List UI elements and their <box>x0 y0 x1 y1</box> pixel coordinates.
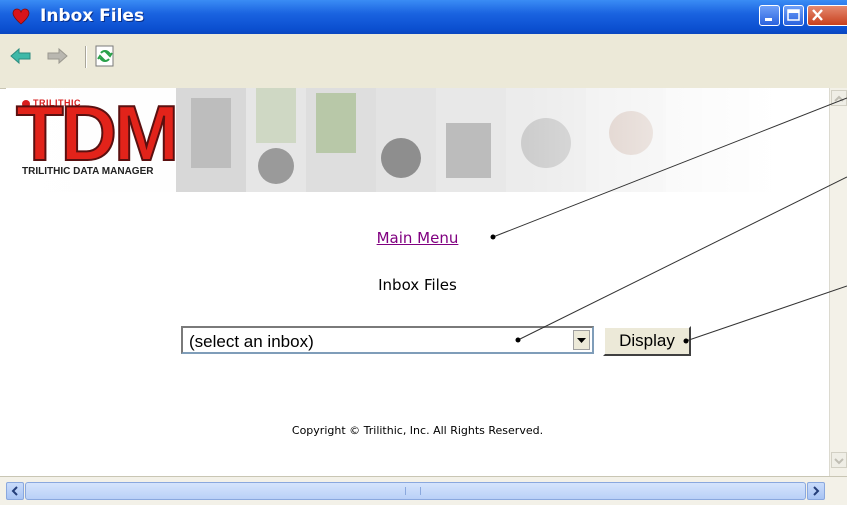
chevron-right-icon <box>808 483 824 499</box>
minimize-button[interactable] <box>759 5 780 26</box>
inbox-select-value: (select an inbox) <box>189 332 314 352</box>
close-button[interactable] <box>807 5 847 26</box>
window-titlebar[interactable]: Inbox Files <box>0 0 847 34</box>
page-content: TRILITHIC TDM TRILITHIC DATA MANAGER Mai… <box>6 88 829 476</box>
tdm-logo: TDM <box>16 94 176 172</box>
scroll-right-button[interactable] <box>807 482 825 500</box>
heart-icon <box>12 8 30 26</box>
toolbar-separator <box>85 46 87 68</box>
maximize-button[interactable] <box>783 5 804 26</box>
chevron-down-icon <box>574 331 589 349</box>
back-arrow-icon[interactable] <box>8 45 34 67</box>
page-heading: Inbox Files <box>6 276 829 294</box>
copyright-text: Copyright © Trilithic, Inc. All Rights R… <box>6 424 829 437</box>
forward-arrow-icon[interactable] <box>44 45 70 67</box>
vertical-scrollbar[interactable] <box>829 88 847 476</box>
refresh-icon[interactable] <box>94 45 116 67</box>
chevron-up-icon <box>832 92 846 106</box>
banner-fade <box>526 88 829 192</box>
inbox-select[interactable]: (select an inbox) <box>181 326 594 354</box>
dropdown-button[interactable] <box>573 330 590 350</box>
maximize-icon <box>784 6 803 25</box>
scroll-grip-icon <box>405 487 421 495</box>
scroll-down-button[interactable] <box>831 452 847 468</box>
minimize-icon <box>760 6 779 25</box>
chevron-left-icon <box>7 483 23 499</box>
logo-subtitle: TRILITHIC DATA MANAGER <box>20 166 155 177</box>
close-icon <box>808 6 846 25</box>
header-banner: TRILITHIC TDM TRILITHIC DATA MANAGER <box>6 88 829 192</box>
browser-toolbar <box>0 34 847 89</box>
scroll-up-button[interactable] <box>831 90 847 106</box>
main-menu-link[interactable]: Main Menu <box>377 229 459 247</box>
display-button[interactable]: Display <box>603 326 691 356</box>
horizontal-scrollbar[interactable] <box>0 476 847 505</box>
main-menu-row: Main Menu <box>6 228 829 247</box>
window-title: Inbox Files <box>40 6 144 26</box>
chevron-down-icon <box>832 454 846 468</box>
scroll-left-button[interactable] <box>6 482 24 500</box>
